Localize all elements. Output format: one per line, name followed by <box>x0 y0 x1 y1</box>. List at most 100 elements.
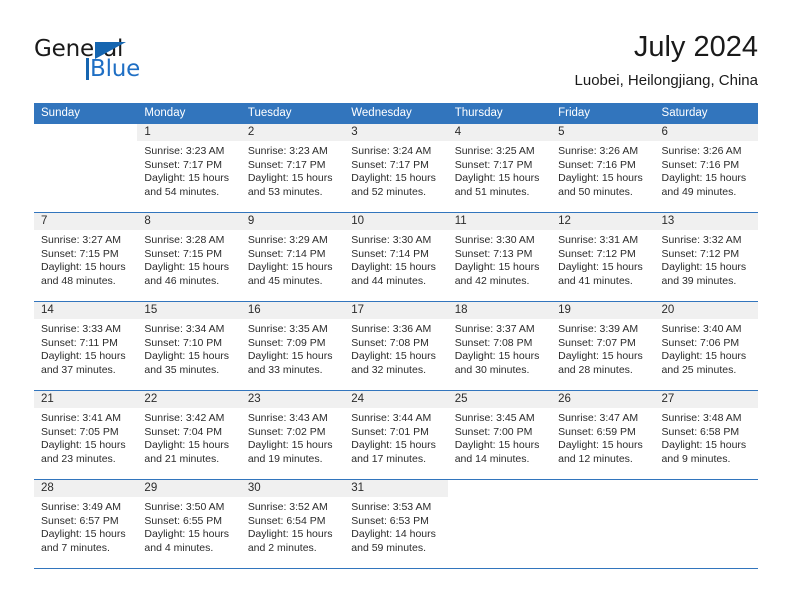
day-detail-line: and 30 minutes. <box>454 363 530 376</box>
calendar-day-empty <box>655 480 758 568</box>
calendar-day-30[interactable]: 30 Sunrise: 3:52 AM Sunset: 6:54 PM Dayligh… <box>240 480 345 568</box>
calendar-day-26[interactable]: 26 Sunrise: 3:47 AM Sunset: 6:59 PM Dayligh… <box>551 391 655 479</box>
day-number: 1 <box>137 124 241 141</box>
day-detail-line: Sunset: 7:17 PM <box>144 158 223 171</box>
calendar-day-22[interactable]: 22 Sunrise: 3:42 AM Sunset: 7:04 PM Dayligh… <box>137 391 241 479</box>
day-details: Sunrise: 3:42 AM Sunset: 7:04 PM Daylight:… <box>137 408 240 466</box>
day-details: Sunrise: 3:23 AM Sunset: 7:17 PM Daylight:… <box>137 141 240 199</box>
calendar-day-28[interactable]: 28 Sunrise: 3:49 AM Sunset: 6:57 PM Dayligh… <box>34 480 138 568</box>
day-details: Sunrise: 3:47 AM Sunset: 6:59 PM Daylight:… <box>551 408 654 466</box>
day-details: Sunrise: 3:50 AM Sunset: 6:55 PM Daylight:… <box>137 497 240 555</box>
calendar-day-10[interactable]: 10 Sunrise: 3:30 AM Sunset: 7:14 PM Dayligh… <box>344 213 448 301</box>
calendar-day-18[interactable]: 18 Sunrise: 3:37 AM Sunset: 7:08 PM Dayligh… <box>447 302 552 390</box>
day-number: 26 <box>551 391 655 408</box>
day-detail-line: Daylight: 15 hours <box>558 261 643 274</box>
day-number: 12 <box>551 213 655 230</box>
day-detail-line: Sunset: 7:10 PM <box>144 336 223 349</box>
calendar-day-4[interactable]: 4 Sunrise: 3:25 AM Sunset: 7:17 PM Daylight… <box>447 124 552 212</box>
calendar-day-1[interactable]: 1 Sunrise: 3:23 AM Sunset: 7:17 PM Daylight… <box>137 124 241 212</box>
day-number: 16 <box>240 302 345 319</box>
day-detail-line: Sunrise: 3:31 AM <box>558 234 639 246</box>
day-details: Sunrise: 3:34 AM Sunset: 7:10 PM Daylight:… <box>137 319 240 377</box>
day-detail-line: Sunset: 7:16 PM <box>558 158 636 171</box>
day-detail-line: Sunset: 7:13 PM <box>454 247 533 260</box>
calendar-day-16[interactable]: 16 Sunrise: 3:35 AM Sunset: 7:09 PM Dayligh… <box>240 302 345 390</box>
day-detail-line: and 44 minutes. <box>351 274 426 287</box>
day-detail-line: Daylight: 15 hours <box>454 439 540 452</box>
calendar-day-12[interactable]: 12 Sunrise: 3:31 AM Sunset: 7:12 PM Dayligh… <box>551 213 655 301</box>
day-detail-line: Sunset: 7:05 PM <box>41 425 119 438</box>
calendar-day-21[interactable]: 21 Sunrise: 3:41 AM Sunset: 7:05 PM Dayligh… <box>34 391 138 479</box>
calendar-day-29[interactable]: 29 Sunrise: 3:50 AM Sunset: 6:55 PM Dayligh… <box>137 480 241 568</box>
calendar-day-9[interactable]: 9 Sunrise: 3:29 AM Sunset: 7:14 PM Daylight… <box>240 213 345 301</box>
day-details: Sunrise: 3:41 AM Sunset: 7:05 PM Daylight:… <box>34 408 137 466</box>
calendar-day-19[interactable]: 19 Sunrise: 3:39 AM Sunset: 7:07 PM Dayligh… <box>551 302 655 390</box>
day-detail-line: Sunset: 7:12 PM <box>558 247 636 260</box>
day-detail-line: Daylight: 15 hours <box>247 439 333 452</box>
day-detail-line: and 37 minutes. <box>41 363 116 376</box>
day-detail-line: Daylight: 15 hours <box>351 350 436 363</box>
calendar-day-5[interactable]: 5 Sunrise: 3:26 AM Sunset: 7:16 PM Daylight… <box>551 124 655 212</box>
day-detail-line: Daylight: 15 hours <box>144 528 230 541</box>
calendar-day-2[interactable]: 2 Sunrise: 3:23 AM Sunset: 7:17 PM Daylight… <box>240 124 345 212</box>
day-number: 30 <box>240 480 345 497</box>
day-details: Sunrise: 3:30 AM Sunset: 7:13 PM Daylight:… <box>448 230 551 288</box>
calendar-day-8[interactable]: 8 Sunrise: 3:28 AM Sunset: 7:15 PM Daylight… <box>137 213 241 301</box>
day-detail-line: Sunset: 7:00 PM <box>454 425 533 438</box>
day-detail-line: Sunset: 7:04 PM <box>144 425 223 438</box>
calendar-day-3[interactable]: 3 Sunrise: 3:24 AM Sunset: 7:17 PM Daylight… <box>344 124 448 212</box>
day-detail-line: Sunset: 6:59 PM <box>558 425 636 438</box>
day-number <box>34 124 137 141</box>
day-details <box>448 497 551 501</box>
day-detail-line: Sunset: 6:54 PM <box>247 514 326 527</box>
calendar-day-24[interactable]: 24 Sunrise: 3:44 AM Sunset: 7:01 PM Dayligh… <box>344 391 448 479</box>
calendar-day-27[interactable]: 27 Sunrise: 3:48 AM Sunset: 6:58 PM Dayligh… <box>654 391 758 479</box>
day-details: Sunrise: 3:35 AM Sunset: 7:09 PM Daylight:… <box>241 319 344 377</box>
day-detail-line: Sunrise: 3:23 AM <box>247 145 328 157</box>
calendar-day-15[interactable]: 15 Sunrise: 3:34 AM Sunset: 7:10 PM Dayligh… <box>137 302 241 390</box>
calendar-day-14[interactable]: 14 Sunrise: 3:33 AM Sunset: 7:11 PM Dayligh… <box>34 302 138 390</box>
day-detail-line: Sunrise: 3:47 AM <box>558 412 639 424</box>
day-details: Sunrise: 3:40 AM Sunset: 7:06 PM Daylight:… <box>655 319 758 377</box>
day-number: 11 <box>447 213 552 230</box>
calendar-day-7[interactable]: 7 Sunrise: 3:27 AM Sunset: 7:15 PM Daylight… <box>34 213 138 301</box>
day-number <box>551 480 654 497</box>
day-details <box>655 497 758 501</box>
day-detail-line: Sunset: 7:15 PM <box>144 247 223 260</box>
day-number: 15 <box>137 302 241 319</box>
day-detail-line: Daylight: 15 hours <box>247 350 333 363</box>
day-details: Sunrise: 3:39 AM Sunset: 7:07 PM Daylight:… <box>551 319 654 377</box>
day-number: 7 <box>34 213 138 230</box>
calendar-day-empty <box>551 480 654 568</box>
day-detail-line: Sunrise: 3:43 AM <box>247 412 328 424</box>
day-details: Sunrise: 3:28 AM Sunset: 7:15 PM Daylight:… <box>137 230 240 288</box>
day-details: Sunrise: 3:29 AM Sunset: 7:14 PM Daylight:… <box>241 230 344 288</box>
day-number: 10 <box>344 213 448 230</box>
calendar-day-17[interactable]: 17 Sunrise: 3:36 AM Sunset: 7:08 PM Dayligh… <box>344 302 448 390</box>
day-detail-line: and 48 minutes. <box>41 274 116 287</box>
day-details: Sunrise: 3:53 AM Sunset: 6:53 PM Daylight:… <box>344 497 447 555</box>
day-detail-line: Sunrise: 3:23 AM <box>144 145 225 157</box>
calendar-day-6[interactable]: 6 Sunrise: 3:26 AM Sunset: 7:16 PM Daylight… <box>654 124 758 212</box>
calendar-week-row: 28 Sunrise: 3:49 AM Sunset: 6:57 PM Dayligh… <box>34 480 758 569</box>
day-detail-line: Daylight: 15 hours <box>661 261 747 274</box>
day-detail-line: Sunset: 7:02 PM <box>247 425 326 438</box>
day-number: 29 <box>137 480 241 497</box>
weekday-header-wednesday: Wednesday <box>351 107 412 119</box>
day-number: 19 <box>551 302 655 319</box>
day-detail-line: and 14 minutes. <box>454 452 530 465</box>
day-details: Sunrise: 3:26 AM Sunset: 7:16 PM Daylight:… <box>655 141 758 199</box>
day-detail-line: Sunrise: 3:45 AM <box>454 412 535 424</box>
day-detail-line: and 41 minutes. <box>558 274 633 287</box>
calendar-day-20[interactable]: 20 Sunrise: 3:40 AM Sunset: 7:06 PM Dayligh… <box>654 302 758 390</box>
calendar-day-25[interactable]: 25 Sunrise: 3:45 AM Sunset: 7:00 PM Dayligh… <box>447 391 552 479</box>
calendar-day-31[interactable]: 31 Sunrise: 3:53 AM Sunset: 6:53 PM Dayligh… <box>344 480 448 568</box>
calendar-day-23[interactable]: 23 Sunrise: 3:43 AM Sunset: 7:02 PM Dayligh… <box>240 391 345 479</box>
calendar-day-13[interactable]: 13 Sunrise: 3:32 AM Sunset: 7:12 PM Dayligh… <box>654 213 758 301</box>
calendar-day-11[interactable]: 11 Sunrise: 3:30 AM Sunset: 7:13 PM Dayligh… <box>447 213 552 301</box>
day-detail-line: Sunrise: 3:30 AM <box>351 234 432 246</box>
day-detail-line: Sunrise: 3:53 AM <box>351 501 432 513</box>
day-details <box>34 141 137 145</box>
day-detail-line: Sunset: 7:16 PM <box>661 158 740 171</box>
title-block: July 2024 Luobei, Heilongjiang, China <box>575 28 758 92</box>
